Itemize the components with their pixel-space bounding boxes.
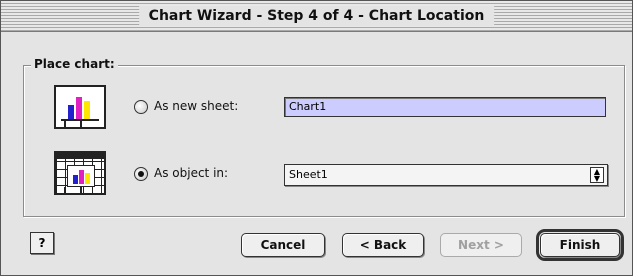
chart-bar-blue — [68, 105, 74, 119]
as-object-in-label[interactable]: As object in: — [154, 166, 228, 180]
popup-arrows-icon: ▲ ▼ — [590, 167, 604, 183]
chart-bar-yellow — [84, 101, 90, 119]
finish-button[interactable]: Finish — [536, 229, 624, 261]
chart-bar-magenta — [76, 97, 82, 119]
back-button[interactable]: < Back — [342, 233, 424, 257]
place-chart-group — [23, 65, 625, 217]
chart-bar-magenta — [79, 170, 84, 184]
chart-wizard-dialog: Chart Wizard - Step 4 of 4 - Chart Locat… — [0, 0, 633, 276]
title-bar[interactable]: Chart Wizard - Step 4 of 4 - Chart Locat… — [1, 1, 632, 32]
sheet-tab — [64, 187, 82, 195]
as-object-in-radio[interactable] — [134, 167, 148, 181]
chart-bar-yellow — [85, 173, 90, 184]
new-chart-sheet-icon — [54, 85, 106, 129]
next-button[interactable]: Next > — [440, 233, 522, 257]
place-chart-label: Place chart: — [31, 57, 118, 71]
embedded-chart-box — [67, 165, 95, 187]
object-sheet-value: Sheet1 — [289, 168, 328, 181]
chart-bar-blue — [73, 175, 78, 184]
as-new-sheet-radio[interactable] — [134, 100, 148, 114]
cancel-button[interactable]: Cancel — [241, 233, 325, 257]
as-new-sheet-label[interactable]: As new sheet: — [154, 99, 238, 113]
object-sheet-select[interactable]: Sheet1 ▲ ▼ — [284, 164, 608, 186]
embedded-chart-icon — [54, 151, 106, 195]
window-title: Chart Wizard - Step 4 of 4 - Chart Locat… — [138, 6, 495, 26]
grid-header — [56, 153, 104, 159]
help-button[interactable]: ? — [30, 232, 54, 254]
sheet-tab — [64, 121, 82, 129]
new-sheet-name-input[interactable]: Chart1 — [284, 97, 606, 117]
